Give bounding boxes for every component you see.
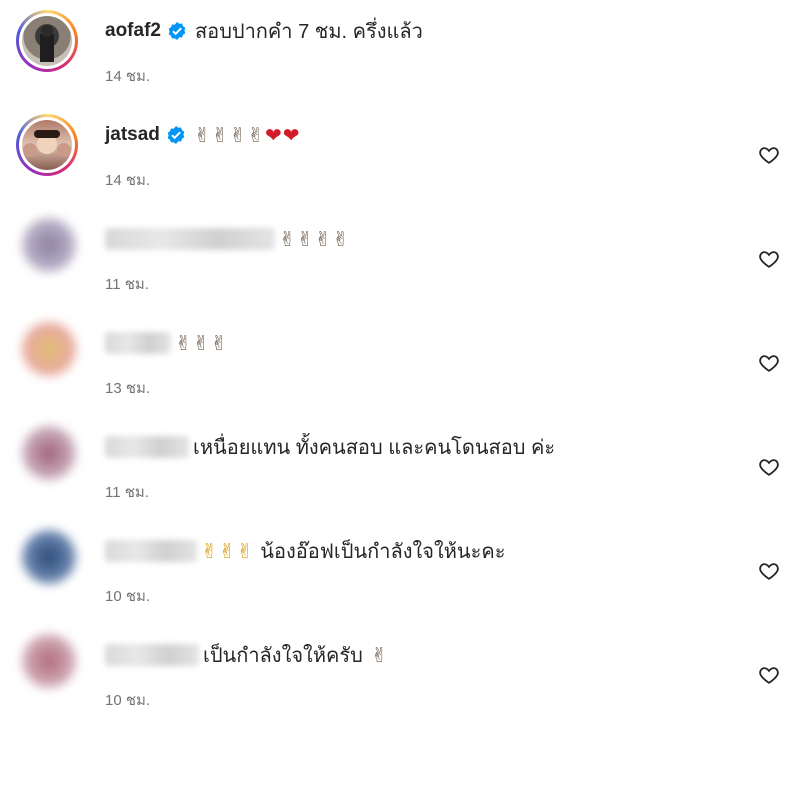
- comment-time[interactable]: 13 ชม.: [105, 376, 150, 400]
- avatar[interactable]: [22, 426, 76, 480]
- heart-outline-icon[interactable]: [758, 560, 780, 582]
- emoji-peace: ✌✌✌: [175, 331, 229, 355]
- comment-time[interactable]: 11 ชม.: [105, 480, 149, 504]
- heart-outline-icon[interactable]: [758, 144, 780, 166]
- comment-time[interactable]: 10 ชม.: [105, 584, 150, 608]
- verified-badge-icon: [168, 22, 186, 40]
- avatar[interactable]: [22, 530, 76, 584]
- emoji-peace: ✌: [370, 643, 389, 667]
- comment-item: เป็นกำลังใจให้ครับ ✌ 10 ชม.: [0, 634, 800, 738]
- comment-username[interactable]: aofaf2: [105, 20, 161, 42]
- avatar[interactable]: [16, 10, 78, 72]
- avatar[interactable]: [22, 218, 76, 272]
- heart-outline-icon[interactable]: [758, 352, 780, 374]
- avatar[interactable]: [22, 322, 76, 376]
- blurred-username[interactable]: [105, 644, 199, 666]
- heart-outline-icon[interactable]: [758, 664, 780, 686]
- comment-text: สอบปากคำ 7 ชม. ครึ่งแล้ว: [194, 21, 423, 43]
- blurred-username[interactable]: [105, 228, 275, 250]
- comment-item: jatsad ✌✌✌✌ ❤❤ 14 ชม.: [0, 114, 800, 218]
- comment-item: เหนื่อยแทน ทั้งคนสอบ และคนโดนสอบ ค่ะ 11 …: [0, 426, 800, 530]
- comment-time[interactable]: 14 ชม.: [105, 168, 150, 192]
- heart-outline-icon[interactable]: [758, 456, 780, 478]
- avatar[interactable]: [16, 114, 78, 176]
- comment-item: ✌✌✌✌ 11 ชม.: [0, 218, 800, 322]
- blurred-username[interactable]: [105, 540, 197, 562]
- comment-time[interactable]: 10 ชม.: [105, 688, 150, 712]
- blurred-username[interactable]: [105, 332, 171, 354]
- comment-username[interactable]: jatsad: [105, 124, 160, 146]
- heart-outline-icon[interactable]: [758, 248, 780, 270]
- comment-text: เหนื่อยแทน ทั้งคนสอบ และคนโดนสอบ ค่ะ: [193, 437, 556, 459]
- comment-item: aofaf2 สอบปากคำ 7 ชม. ครึ่งแล้ว 14 ชม.: [0, 10, 800, 114]
- emoji-peace: ✌✌✌✌: [193, 123, 265, 147]
- blurred-username[interactable]: [105, 436, 189, 458]
- comment-item: ✌✌✌ น้องอ๊อฟเป็นกำลังใจให้นะคะ 10 ชม.: [0, 530, 800, 634]
- emoji-heart: ❤❤: [264, 123, 301, 147]
- comment-text: น้องอ๊อฟเป็นกำลังใจให้นะคะ: [260, 541, 506, 563]
- comment-time[interactable]: 11 ชม.: [105, 272, 149, 296]
- avatar[interactable]: [22, 634, 76, 688]
- emoji-peace: ✌✌✌✌: [279, 227, 351, 251]
- verified-badge-icon: [167, 126, 185, 144]
- emoji-peace: ✌✌✌: [201, 539, 255, 563]
- comment-time[interactable]: 14 ชม.: [105, 64, 150, 88]
- comment-text: เป็นกำลังใจให้ครับ: [203, 645, 363, 667]
- comment-item: ✌✌✌ 13 ชม.: [0, 322, 800, 426]
